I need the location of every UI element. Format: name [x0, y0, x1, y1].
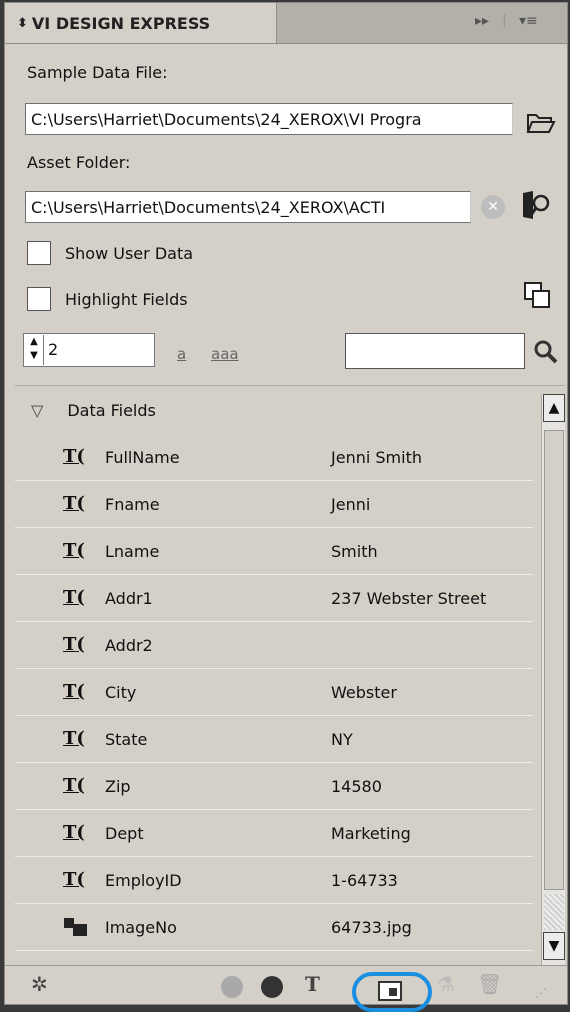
data-field-row[interactable]: T( EmployID 1-64733 — [15, 857, 533, 904]
field-value: Jenni Smith — [331, 448, 422, 467]
data-fields-group-label: Data Fields — [67, 400, 156, 420]
insert-text-field-icon[interactable]: T — [305, 972, 320, 996]
field-value: Webster — [331, 683, 397, 702]
collapse-panel-icon[interactable]: ▸▸ — [475, 13, 489, 29]
panel-footer-toolbar: ✲ T ⚗ 🗑 ⋰ — [5, 965, 567, 1012]
next-record-icon[interactable] — [261, 976, 283, 998]
data-field-row[interactable]: T( Lname Smith — [15, 528, 533, 575]
trash-icon[interactable]: 🗑 — [477, 972, 502, 996]
previous-record-icon[interactable] — [221, 976, 243, 998]
sample-data-path-field[interactable] — [25, 103, 513, 135]
data-field-row[interactable]: T( FullName Jenni Smith — [15, 434, 533, 481]
data-field-row[interactable]: T( City Webster — [15, 669, 533, 716]
highlight-fields-checkbox[interactable]: Highlight Fields — [27, 287, 188, 311]
field-value: Jenni — [331, 495, 371, 514]
scroll-down-icon[interactable]: ▼ — [543, 932, 565, 960]
data-fields-tree: ▽ Data Fields T( FullName Jenni Smith T( Fna… — [15, 385, 565, 966]
show-user-data-label: Show User Data — [65, 243, 194, 263]
field-value: 1-64733 — [331, 871, 398, 890]
highlight-fields-box[interactable] — [27, 287, 51, 311]
text-field-icon: T( — [63, 587, 85, 608]
eyedropper-icon[interactable]: ⚗ — [437, 972, 455, 996]
field-name: State — [105, 730, 148, 749]
tree-scrollbar[interactable]: ▲ ▼ — [541, 394, 565, 966]
match-whole-word-option[interactable]: aaa — [211, 345, 239, 363]
scroll-up-icon[interactable]: ▲ — [543, 394, 565, 422]
field-value: Marketing — [331, 824, 411, 843]
text-field-icon: T( — [63, 728, 85, 749]
resize-grip-icon[interactable]: ⋰ — [535, 986, 547, 1000]
insert-image-field-icon[interactable] — [377, 980, 403, 1002]
scroll-track[interactable] — [544, 894, 564, 930]
data-field-row[interactable]: T( State NY — [15, 716, 533, 763]
data-field-row[interactable]: T( Addr1 237 Webster Street — [15, 575, 533, 622]
panel-tab[interactable]: ⬍ VI DESIGN EXPRESS — [5, 3, 277, 43]
data-field-row[interactable]: T( Dept Marketing — [15, 810, 533, 857]
field-name: City — [105, 683, 137, 702]
field-value: 64733.jpg — [331, 918, 412, 937]
decrement-icon[interactable]: ▼ — [25, 349, 43, 363]
text-field-icon: T( — [63, 822, 85, 843]
diamond-updown-icon[interactable]: ⬍ — [17, 16, 28, 31]
image-field-icon — [63, 916, 89, 943]
field-value: NY — [331, 730, 353, 749]
clear-path-icon[interactable]: ✕ — [481, 195, 505, 219]
panel-tab-bar: ⬍ VI DESIGN EXPRESS ▸▸ | ▾≡ — [5, 3, 567, 44]
field-name: Addr2 — [105, 636, 153, 655]
data-fields-group[interactable]: ▽ Data Fields — [15, 386, 535, 434]
data-field-row[interactable]: T(Telephone5855558963 — [15, 951, 533, 966]
field-value: 14580 — [331, 777, 382, 796]
field-value: Smith — [331, 542, 378, 561]
show-user-data-checkbox[interactable]: Show User Data — [27, 241, 193, 265]
text-field-icon: T( — [63, 869, 85, 890]
highlight-fields-label: Highlight Fields — [65, 289, 188, 309]
asset-folder-label: Asset Folder: — [27, 153, 131, 172]
show-user-data-box[interactable] — [27, 241, 51, 265]
text-field-icon: T( — [63, 493, 85, 514]
field-name: Zip — [105, 777, 131, 796]
match-lowercase-option[interactable]: a — [177, 345, 186, 363]
panel-menu-icon[interactable]: ▾≡ — [519, 13, 538, 29]
search-icon[interactable] — [533, 339, 559, 365]
asset-folder-path-field[interactable] — [25, 191, 471, 223]
data-field-row[interactable]: T( Zip 14580 — [15, 763, 533, 810]
expand-triangle-icon[interactable]: ▽ — [31, 401, 43, 420]
panel-title: VI DESIGN EXPRESS — [31, 13, 211, 33]
stepper-buttons[interactable]: ▲ ▼ — [25, 335, 44, 365]
browse-asset-folder-icon[interactable] — [519, 189, 555, 223]
duplicate-layer-icon[interactable] — [523, 281, 553, 311]
field-name: ImageNo — [105, 918, 177, 937]
data-field-row[interactable]: ImageNo 64733.jpg — [15, 904, 533, 951]
settings-gear-icon[interactable]: ✲ — [31, 972, 48, 996]
field-name: Fname — [105, 495, 160, 514]
text-field-icon: T( — [63, 681, 85, 702]
header-divider: | — [502, 13, 507, 29]
record-number-stepper[interactable]: ▲ ▼ 2 — [23, 333, 155, 367]
search-input[interactable] — [345, 333, 525, 369]
open-folder-icon[interactable] — [525, 107, 557, 135]
data-field-row[interactable]: T( Addr2 — [15, 622, 533, 669]
field-name: Lname — [105, 542, 160, 561]
increment-icon[interactable]: ▲ — [25, 335, 43, 349]
field-name: EmployID — [105, 871, 182, 890]
field-name: Addr1 — [105, 589, 153, 608]
text-field-icon: T( — [63, 634, 85, 655]
text-field-icon: T( — [63, 540, 85, 561]
field-value: 237 Webster Street — [331, 589, 487, 608]
field-name: FullName — [105, 448, 180, 467]
sample-data-label: Sample Data File: — [27, 63, 168, 82]
vi-design-express-panel: ⬍ VI DESIGN EXPRESS ▸▸ | ▾≡ Sample Data … — [4, 2, 568, 1012]
text-field-icon: T( — [63, 446, 85, 467]
record-number-value: 2 — [48, 340, 59, 359]
text-field-icon: T( — [63, 775, 85, 796]
field-name: Dept — [105, 824, 144, 843]
data-field-row[interactable]: T( Fname Jenni — [15, 481, 533, 528]
scroll-thumb[interactable] — [544, 430, 564, 890]
